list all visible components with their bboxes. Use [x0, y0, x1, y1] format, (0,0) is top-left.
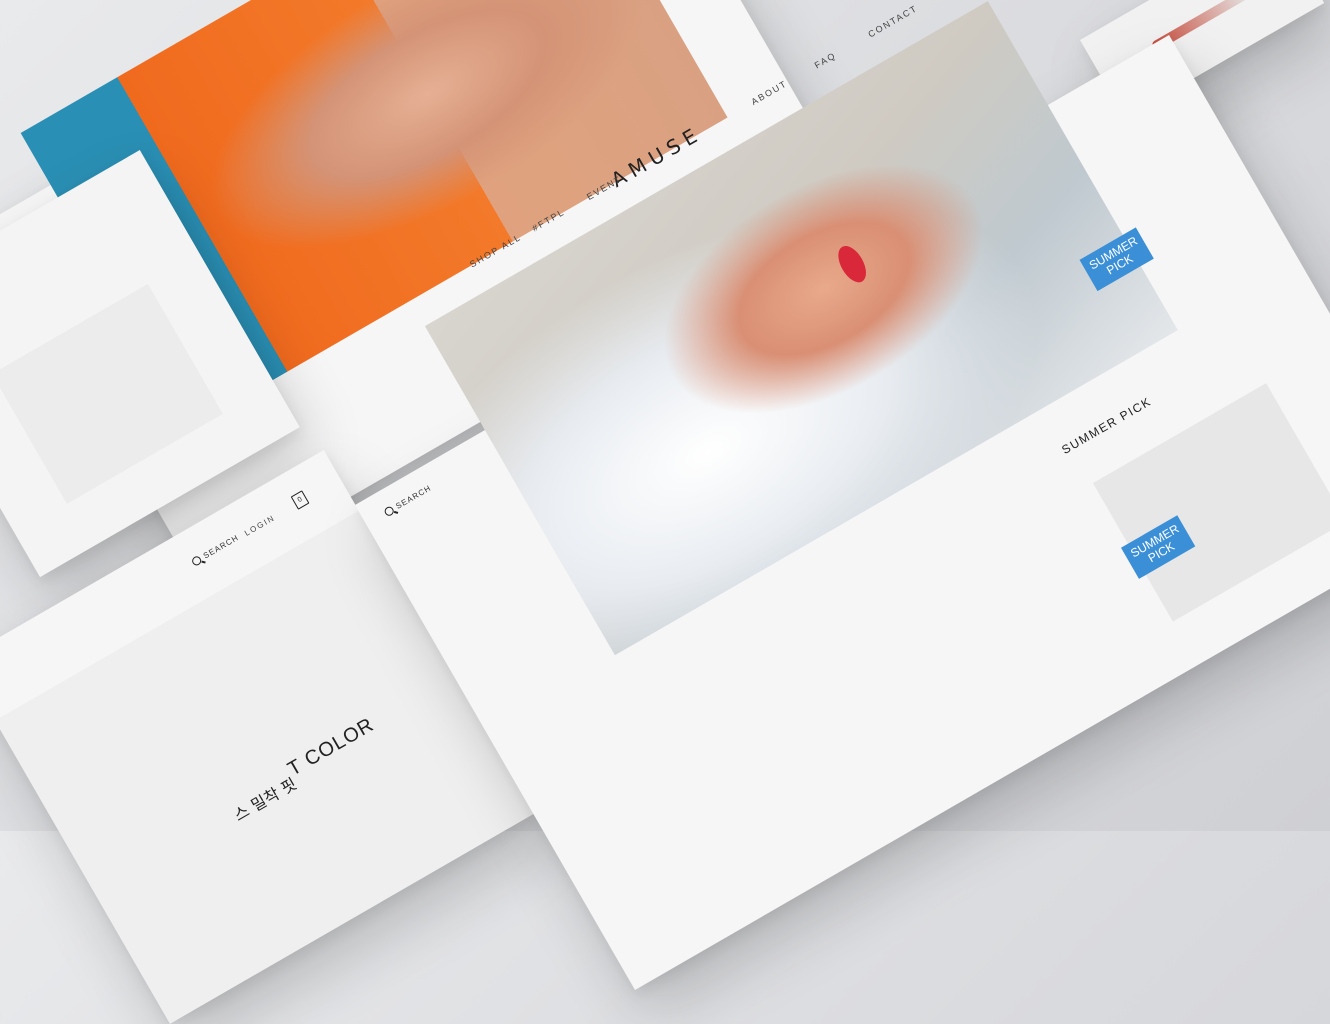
- nav-faq[interactable]: FAQ: [813, 50, 838, 70]
- product-badge: SUMMER PICK: [1120, 515, 1196, 579]
- search-icon: [190, 554, 203, 568]
- login-link[interactable]: LOGIN: [243, 513, 277, 538]
- left-search-label: SEARCH: [201, 533, 241, 561]
- main-search-link[interactable]: SEARCH: [383, 483, 433, 518]
- lip-detail: [832, 241, 872, 287]
- summer-pick-heading: SUMMER PICK: [1059, 394, 1154, 457]
- cart-icon[interactable]: 0: [290, 490, 310, 510]
- main-search-label: SEARCH: [394, 483, 433, 511]
- cart-count: 0: [296, 496, 304, 505]
- placeholder-image: [0, 283, 223, 504]
- search-icon: [383, 505, 396, 518]
- left-search-link[interactable]: SEARCH: [190, 533, 241, 568]
- nav-contact[interactable]: CONTACT: [866, 3, 919, 39]
